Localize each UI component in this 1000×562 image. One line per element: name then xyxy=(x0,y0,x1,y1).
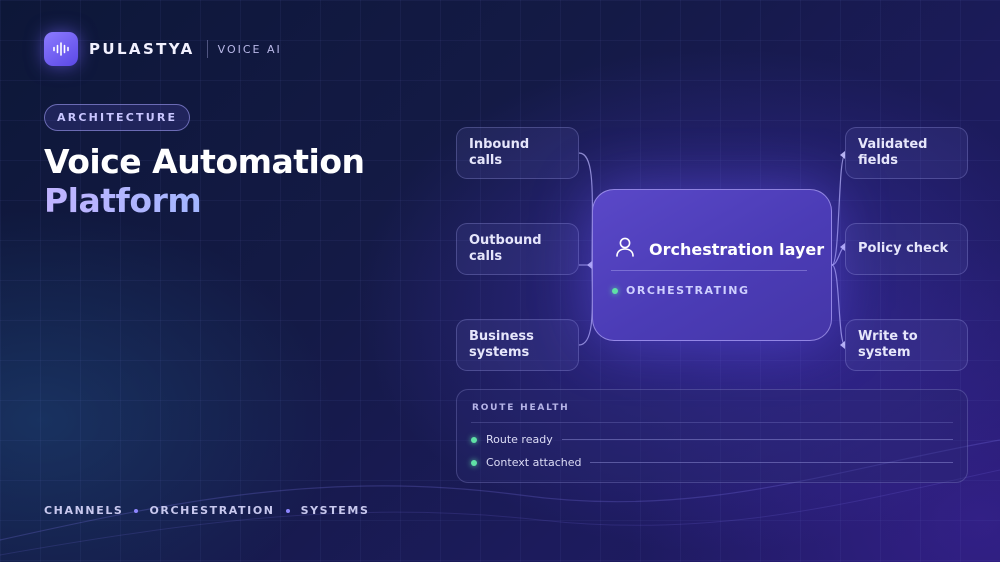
node-outbound-calls: Outbound calls xyxy=(456,223,579,275)
status-dot-icon xyxy=(612,287,618,294)
hub-header: Orchestration layer xyxy=(615,236,824,262)
footer-item-systems: SYSTEMS xyxy=(300,504,370,517)
section-badge: ARCHITECTURE xyxy=(44,104,191,131)
route-health-label: Route ready xyxy=(486,433,553,446)
route-health-label: Context attached xyxy=(486,456,582,469)
node-label: Write to system xyxy=(858,329,918,360)
hub-title: Orchestration layer xyxy=(649,239,825,259)
footer-tags: CHANNELS ORCHESTRATION SYSTEMS xyxy=(44,504,369,517)
footer-item-orchestration: ORCHESTRATION xyxy=(149,504,275,517)
footer-item-channels: CHANNELS xyxy=(44,504,124,517)
route-health-item: Route ready xyxy=(471,433,953,446)
route-health-panel: ROUTE HEALTH Route ready Context attache… xyxy=(456,389,968,483)
hub-status: ORCHESTRATING xyxy=(612,284,750,297)
status-dot-icon xyxy=(471,436,477,443)
node-policy-check: Policy check xyxy=(845,223,968,275)
brand-divider xyxy=(206,40,208,58)
brand: PULASTYA VOICE AI xyxy=(44,32,282,66)
node-inbound-calls: Inbound calls xyxy=(456,127,579,179)
route-health-line xyxy=(561,439,953,440)
page-title: Voice Automation Platform xyxy=(44,142,365,220)
route-health-title: ROUTE HEALTH xyxy=(472,403,570,413)
node-label: Inbound calls xyxy=(469,137,530,168)
node-label: Business systems xyxy=(469,329,534,360)
title-line-1: Voice Automation xyxy=(44,142,365,181)
footer-separator xyxy=(134,508,139,513)
title-line-2: Platform xyxy=(44,181,365,220)
node-label: Validated fields xyxy=(858,137,928,168)
route-health-item: Context attached xyxy=(471,456,953,469)
status-dot-icon xyxy=(471,459,477,466)
waveform-icon xyxy=(44,32,78,66)
node-business-systems: Business systems xyxy=(456,319,579,371)
route-health-divider xyxy=(471,422,953,423)
hub-status-text: ORCHESTRATING xyxy=(626,284,750,297)
node-label: Policy check xyxy=(858,241,949,256)
hub-divider xyxy=(611,270,807,271)
route-health-line xyxy=(590,462,953,463)
brand-name: PULASTYA xyxy=(89,40,195,58)
user-icon xyxy=(615,236,635,262)
brand-tag: VOICE AI xyxy=(217,42,282,56)
footer-separator xyxy=(285,508,290,513)
node-label: Outbound calls xyxy=(469,233,542,264)
orchestration-hub: Orchestration layer ORCHESTRATING xyxy=(592,189,832,341)
node-write-to-system: Write to system xyxy=(845,319,968,371)
node-validated-fields: Validated fields xyxy=(845,127,968,179)
